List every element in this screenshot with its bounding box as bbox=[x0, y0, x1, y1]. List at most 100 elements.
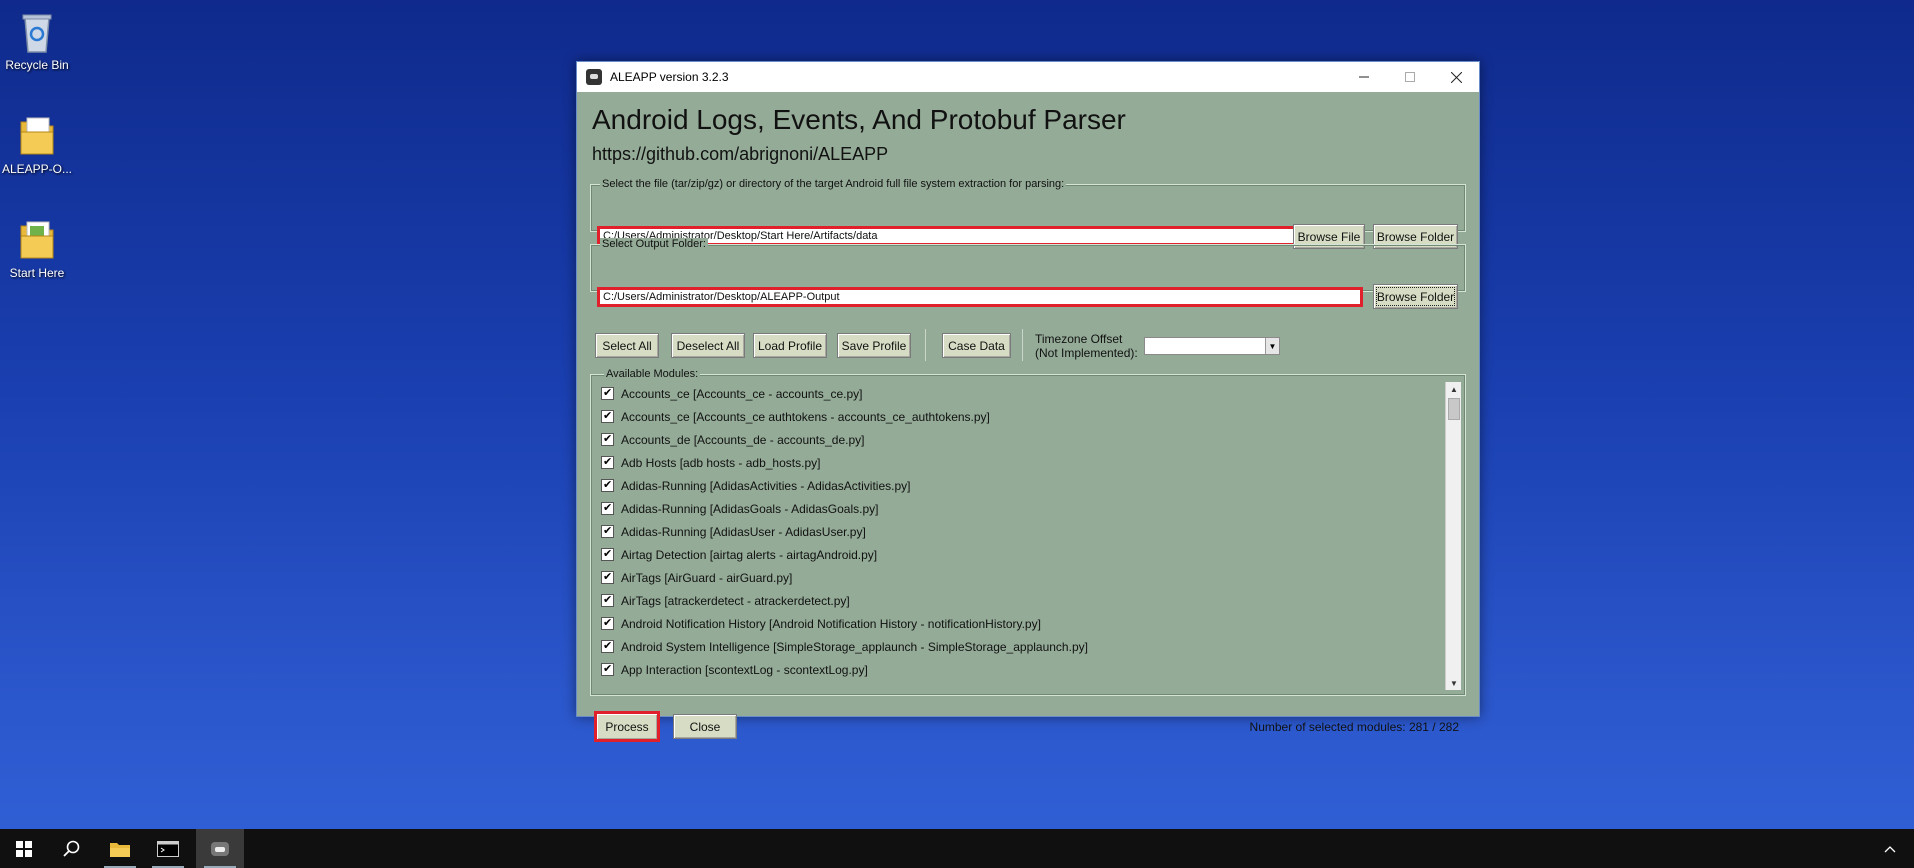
desktop-icon-recycle-bin[interactable]: Recycle Bin bbox=[0, 10, 74, 72]
module-label: Accounts_de [Accounts_de - accounts_de.p… bbox=[621, 432, 865, 447]
toolbar-separator bbox=[925, 329, 926, 361]
module-checkbox[interactable] bbox=[601, 524, 614, 538]
module-label: Adidas-Running [AdidasUser - AdidasUser.… bbox=[621, 524, 866, 539]
aleapp-app-icon bbox=[211, 841, 229, 856]
module-checkbox[interactable] bbox=[601, 478, 614, 492]
close-icon bbox=[1450, 71, 1462, 83]
deselect-all-button[interactable]: Deselect All bbox=[671, 333, 745, 358]
output-path-field[interactable] bbox=[597, 287, 1363, 307]
show-hidden-icons-button[interactable] bbox=[1866, 829, 1914, 868]
save-profile-button[interactable]: Save Profile bbox=[837, 333, 911, 358]
timezone-label-line1: Timezone Offset bbox=[1035, 332, 1123, 346]
timezone-select[interactable]: ▼ bbox=[1144, 337, 1280, 355]
module-label: Adidas-Running [AdidasGoals - AdidasGoal… bbox=[621, 501, 879, 516]
module-label: Android Notification History [Android No… bbox=[621, 616, 1041, 631]
taskbar bbox=[0, 829, 1914, 868]
browse-output-folder-button[interactable]: Browse Folder bbox=[1373, 284, 1458, 309]
module-item[interactable]: Adb Hosts [adb hosts - adb_hosts.py] bbox=[595, 451, 1451, 474]
module-checkbox[interactable] bbox=[601, 432, 614, 446]
windows-logo-icon bbox=[16, 840, 32, 857]
search-button[interactable] bbox=[48, 829, 96, 868]
output-group bbox=[590, 244, 1466, 292]
desktop-icon-label: Recycle Bin bbox=[5, 58, 69, 72]
desktop-icon-label: ALEAPP-O... bbox=[1, 162, 73, 176]
search-icon bbox=[63, 840, 80, 857]
module-checkbox[interactable] bbox=[601, 662, 614, 676]
module-checkbox[interactable] bbox=[601, 593, 614, 607]
terminal-taskbar-button[interactable] bbox=[144, 829, 192, 868]
minimize-icon bbox=[1359, 76, 1369, 78]
module-item[interactable]: Accounts_de [Accounts_de - accounts_de.p… bbox=[595, 428, 1451, 451]
output-group-label: Select Output Folder: bbox=[600, 238, 708, 250]
app-heading: Android Logs, Events, And Protobuf Parse… bbox=[592, 104, 1126, 135]
module-checkbox[interactable] bbox=[601, 639, 614, 653]
module-label: AirTags [atrackerdetect - atrackerdetect… bbox=[621, 593, 850, 608]
folder-icon bbox=[110, 842, 130, 857]
module-item[interactable]: Accounts_ce [Accounts_ce authtokens - ac… bbox=[595, 405, 1451, 428]
module-checkbox[interactable] bbox=[601, 570, 614, 584]
module-item[interactable]: Adidas-Running [AdidasGoals - AdidasGoal… bbox=[595, 497, 1451, 520]
recycle-bin-icon bbox=[17, 10, 57, 54]
toolbar-separator bbox=[1022, 329, 1023, 361]
folder-icon bbox=[17, 218, 57, 262]
module-item[interactable]: AirTags [AirGuard - airGuard.py] bbox=[595, 566, 1451, 589]
close-window-button[interactable] bbox=[1433, 62, 1479, 92]
module-item[interactable]: Android System Intelligence [SimpleStora… bbox=[595, 635, 1451, 658]
terminal-icon bbox=[157, 840, 179, 857]
module-list-scrollbar[interactable]: ▲ ▼ bbox=[1445, 382, 1461, 690]
desktop-icon-start-here[interactable]: Start Here bbox=[0, 218, 74, 280]
aleapp-taskbar-button[interactable] bbox=[196, 829, 244, 868]
module-checkbox[interactable] bbox=[601, 501, 614, 515]
module-item[interactable]: App Interaction [scontextLog - scontextL… bbox=[595, 658, 1451, 681]
case-data-button[interactable]: Case Data bbox=[942, 333, 1011, 358]
module-label: Adb Hosts [adb hosts - adb_hosts.py] bbox=[621, 455, 821, 470]
selected-modules-count: Number of selected modules: 281 / 282 bbox=[1249, 720, 1459, 734]
module-item[interactable]: Android Notification History [Android No… bbox=[595, 612, 1451, 635]
input-group-label: Select the file (tar/zip/gz) or director… bbox=[600, 178, 1067, 190]
load-profile-button[interactable]: Load Profile bbox=[753, 333, 827, 358]
process-button[interactable]: Process bbox=[594, 711, 660, 742]
window-content: Android Logs, Events, And Protobuf Parse… bbox=[577, 92, 1479, 742]
module-label: Airtag Detection [airtag alerts - airtag… bbox=[621, 547, 878, 562]
scroll-thumb[interactable] bbox=[1448, 398, 1460, 420]
timezone-label: Timezone Offset (Not Implemented): bbox=[1035, 332, 1138, 360]
module-label: AirTags [AirGuard - airGuard.py] bbox=[621, 570, 793, 585]
file-explorer-taskbar-button[interactable] bbox=[96, 829, 144, 868]
module-label: Accounts_ce [Accounts_ce authtokens - ac… bbox=[621, 409, 990, 424]
scroll-up-arrow-icon[interactable]: ▲ bbox=[1446, 382, 1462, 396]
timezone-label-line2: (Not Implemented): bbox=[1035, 346, 1138, 360]
module-item[interactable]: Adidas-Running [AdidasUser - AdidasUser.… bbox=[595, 520, 1451, 543]
modules-group-label: Available Modules: bbox=[604, 368, 701, 380]
chevron-down-icon[interactable]: ▼ bbox=[1265, 338, 1279, 354]
aleapp-window: ALEAPP version 3.2.3 Android Logs, Event… bbox=[576, 61, 1480, 742]
desktop-icon-aleapp-output[interactable]: ALEAPP-O... bbox=[0, 114, 74, 176]
module-item[interactable]: Adidas-Running [AdidasActivities - Adida… bbox=[595, 474, 1451, 497]
minimize-button[interactable] bbox=[1341, 62, 1387, 92]
close-button[interactable]: Close bbox=[673, 714, 737, 739]
title-bar[interactable]: ALEAPP version 3.2.3 bbox=[577, 62, 1479, 92]
desktop-icon-label: Start Here bbox=[9, 266, 65, 280]
chevron-up-icon bbox=[1884, 845, 1896, 852]
window-title: ALEAPP version 3.2.3 bbox=[610, 70, 729, 84]
module-label: App Interaction [scontextLog - scontextL… bbox=[621, 662, 868, 677]
module-checkbox[interactable] bbox=[601, 616, 614, 630]
scroll-down-arrow-icon[interactable]: ▼ bbox=[1446, 676, 1462, 690]
module-item[interactable]: AirTags [atrackerdetect - atrackerdetect… bbox=[595, 589, 1451, 612]
module-label: Android System Intelligence [SimpleStora… bbox=[621, 639, 1088, 654]
module-checkbox[interactable] bbox=[601, 455, 614, 469]
app-url: https://github.com/abrignoni/ALEAPP bbox=[592, 144, 889, 164]
module-checkbox[interactable] bbox=[601, 409, 614, 423]
module-checkbox[interactable] bbox=[601, 386, 614, 400]
module-item[interactable]: Accounts_ce [Accounts_ce - accounts_ce.p… bbox=[595, 382, 1451, 405]
module-list[interactable]: Accounts_ce [Accounts_ce - accounts_ce.p… bbox=[595, 382, 1451, 690]
start-button[interactable] bbox=[0, 829, 48, 868]
select-all-button[interactable]: Select All bbox=[595, 333, 659, 358]
module-label: Accounts_ce [Accounts_ce - accounts_ce.p… bbox=[621, 386, 863, 401]
module-item[interactable]: Airtag Detection [airtag alerts - airtag… bbox=[595, 543, 1451, 566]
module-label: Adidas-Running [AdidasActivities - Adida… bbox=[621, 478, 911, 493]
folder-icon bbox=[17, 114, 57, 158]
maximize-button[interactable] bbox=[1387, 62, 1433, 92]
app-icon bbox=[586, 69, 602, 85]
maximize-icon bbox=[1405, 72, 1415, 82]
module-checkbox[interactable] bbox=[601, 547, 614, 561]
